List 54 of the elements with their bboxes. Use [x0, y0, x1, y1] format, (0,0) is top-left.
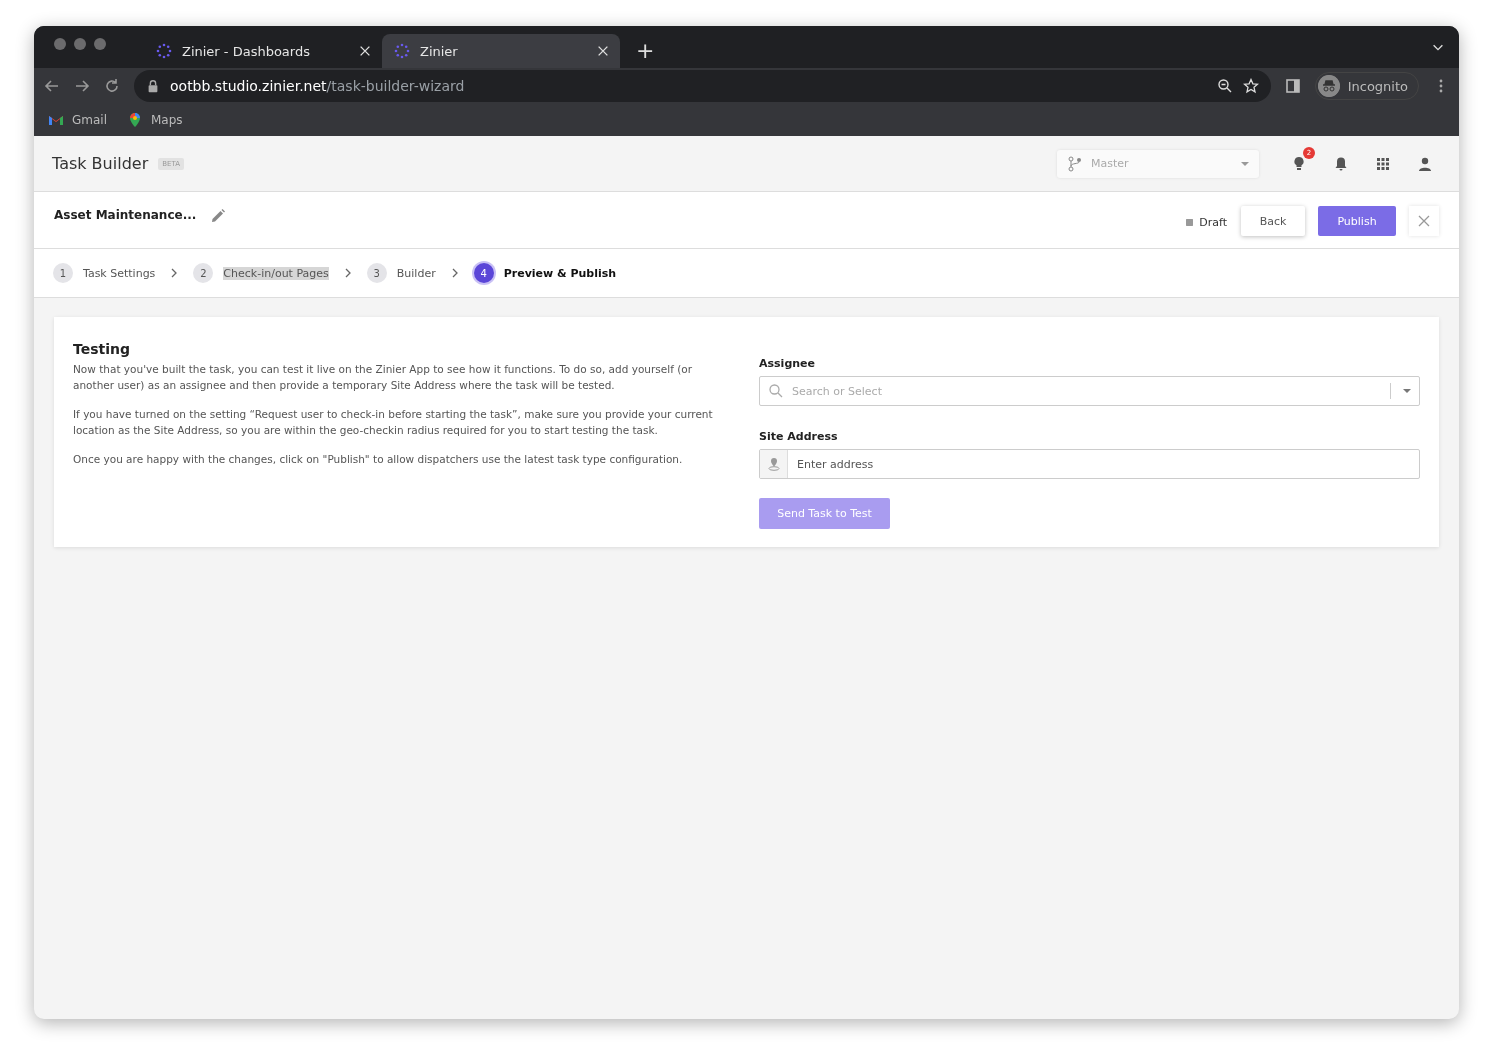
assignee-select[interactable]: Search or Select: [759, 376, 1420, 406]
lock-icon: [146, 79, 160, 93]
window-control-button[interactable]: [54, 38, 66, 50]
window-control-button[interactable]: [74, 38, 86, 50]
close-icon: [1416, 213, 1432, 229]
map-pin-icon: [127, 112, 143, 128]
wizard-step[interactable]: 1 Task Settings: [53, 263, 156, 283]
window-control-button[interactable]: [94, 38, 106, 50]
branch-icon: [1067, 155, 1083, 172]
user-icon[interactable]: [1417, 155, 1433, 172]
close-icon[interactable]: [358, 44, 372, 58]
wizard-step[interactable]: 3 Builder: [366, 263, 436, 283]
side-panel-icon[interactable]: [1284, 78, 1301, 94]
address-bar[interactable]: ootbb.studio.zinier.net/task-builder-wizard: [134, 70, 1271, 102]
bookmark[interactable]: Maps: [127, 112, 183, 128]
section-title: Testing: [73, 341, 131, 357]
url-text: ootbb.studio.zinier.net/task-builder-wizard: [170, 78, 465, 94]
paragraph: If you have turned on the setting “Request user to check-in before starting the task”, make sure you provide your current location as the Site Address, so you are within the geo-checkin radius required for you to start testing the task.: [73, 407, 714, 438]
spinner-icon: [156, 43, 172, 59]
incognito-icon: [1317, 75, 1340, 97]
field-label: Site Address: [759, 430, 839, 443]
lightbulb-icon[interactable]: [1291, 155, 1307, 172]
tab-title: Zinier: [420, 43, 459, 59]
back-arrow-icon[interactable]: [44, 78, 60, 94]
back-button[interactable]: Back: [1241, 206, 1305, 236]
close-icon[interactable]: [596, 44, 610, 58]
star-icon[interactable]: [1242, 78, 1259, 94]
close-button[interactable]: [1409, 206, 1439, 236]
pencil-icon[interactable]: [210, 208, 227, 224]
zoom-out-icon[interactable]: [1216, 78, 1233, 94]
status-square-icon: [1186, 219, 1194, 226]
publish-button[interactable]: Publish: [1318, 206, 1396, 236]
wizard-step[interactable]: 4 Preview & Publish: [473, 263, 617, 283]
search-input[interactable]: Search or Select: [790, 383, 1378, 399]
caret-down-icon: [1403, 389, 1411, 393]
paragraph: Once you are happy with the changes, click on "Publish" to allow dispatchers use the latest task type configuration.: [73, 452, 684, 467]
profile-label: Incognito: [1347, 78, 1408, 94]
bell-icon[interactable]: [1333, 155, 1349, 172]
field-label: Assignee: [759, 357, 816, 370]
forward-arrow-icon[interactable]: [74, 78, 90, 94]
app-title: Task Builder: [52, 154, 149, 173]
reload-icon[interactable]: [104, 78, 120, 94]
status-label: Draft: [1199, 216, 1227, 229]
search-icon: [768, 383, 784, 399]
spinner-icon: [394, 43, 410, 59]
task-name: Asset Maintenance...: [54, 208, 197, 222]
caret-down-icon: [1241, 161, 1249, 166]
paragraph: Now that you've built the task, you can test it live on the Zinier App to see how it functions. To do so, add yourself (or another user) as an assignee and then provide a temporary Site Address where the task will be tested.: [73, 362, 694, 393]
tab-title: Zinier - Dashboards: [182, 43, 311, 59]
bookmark[interactable]: Gmail: [48, 112, 107, 128]
app-grid-icon[interactable]: [1375, 155, 1391, 172]
browser-tab[interactable]: Zinier - Dashboards: [144, 34, 382, 68]
new-tab-button[interactable]: +: [630, 37, 661, 64]
browser-tab[interactable]: Zinier: [382, 34, 620, 68]
